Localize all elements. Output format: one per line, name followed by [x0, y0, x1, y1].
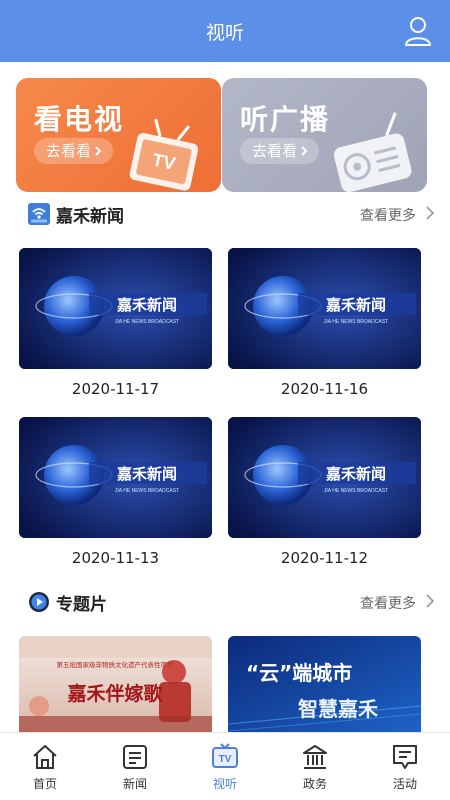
- news-banner-subtitle: JIA HE NEWS BROADCAST: [324, 319, 388, 325]
- page-title: 视听: [205, 22, 244, 44]
- feature-thumbnail: 第五批国家级非物质文化遗产代表性项目 嘉禾伴嫁歌: [19, 636, 212, 736]
- tab-news-label: 新闻: [122, 777, 147, 791]
- tab-government[interactable]: 政务: [270, 733, 360, 800]
- activity-icon: [393, 745, 417, 769]
- tab-home-label: 首页: [32, 777, 57, 791]
- news-card-date: 2020-11-16: [280, 380, 369, 398]
- news-video-card[interactable]: 嘉禾新闻 JIA HE NEWS BROADCAST: [228, 417, 421, 538]
- watch-tv-go-button[interactable]: 去看看: [34, 138, 114, 164]
- feature-title-line2: 智慧嘉禾: [298, 697, 378, 721]
- watch-tv-go-label: 去看看: [46, 142, 92, 160]
- news-banner-text: 嘉禾新闻: [116, 296, 177, 314]
- feature-section-header: 专题片 查看更多: [0, 587, 450, 617]
- app-header: 视听: [0, 0, 450, 62]
- tv-icon: TV: [212, 743, 238, 768]
- chevron-right-icon: [95, 146, 102, 156]
- news-banner-subtitle: JIA HE NEWS BROADCAST: [324, 488, 388, 494]
- chevron-right-icon[interactable]: [424, 204, 436, 222]
- news-thumbnail: 嘉禾新闻 JIA HE NEWS BROADCAST: [19, 417, 212, 538]
- news-thumbnail: 嘉禾新闻 JIA HE NEWS BROADCAST: [19, 248, 212, 369]
- tab-home[interactable]: 首页: [0, 733, 90, 800]
- chevron-right-icon: [301, 146, 308, 156]
- tab-media[interactable]: TV 视听: [180, 733, 270, 800]
- tab-media-label: 视听: [212, 777, 237, 791]
- user-profile-icon[interactable]: [404, 16, 432, 46]
- tv-illustration-icon: TV: [129, 118, 199, 191]
- feature-thumbnail: “云”端城市 智慧嘉禾: [228, 636, 421, 736]
- feature-view-more-link[interactable]: 查看更多: [360, 593, 416, 613]
- news-card-date: 2020-11-17: [71, 380, 160, 398]
- news-banner-text: 嘉禾新闻: [325, 465, 386, 483]
- tab-news[interactable]: 新闻: [90, 733, 180, 800]
- news-section-header: 嘉禾新闻 查看更多: [0, 199, 450, 229]
- news-card-date: 2020-11-12: [280, 549, 369, 567]
- chevron-right-icon[interactable]: [424, 592, 436, 610]
- news-video-card[interactable]: 嘉禾新闻 JIA HE NEWS BROADCAST: [228, 248, 421, 369]
- news-thumbnail: 嘉禾新闻 JIA HE NEWS BROADCAST: [228, 248, 421, 369]
- news-view-more-link[interactable]: 查看更多: [360, 205, 416, 225]
- news-broadcast-icon: [28, 203, 50, 225]
- radio-illustration-icon: [333, 112, 412, 192]
- listen-radio-go-label: 去看看: [252, 142, 298, 160]
- tab-activity[interactable]: 活动: [360, 733, 450, 800]
- news-icon: [123, 745, 147, 769]
- news-video-card[interactable]: 嘉禾新闻 JIA HE NEWS BROADCAST: [19, 417, 212, 538]
- news-banner-subtitle: JIA HE NEWS BROADCAST: [115, 488, 179, 494]
- svg-text:TV: TV: [219, 754, 232, 765]
- feature-caption: 第五批国家级非物质文化遗产代表性项目: [57, 660, 174, 669]
- watch-tv-title: 看电视: [34, 103, 125, 136]
- news-banner-subtitle: JIA HE NEWS BROADCAST: [115, 319, 179, 325]
- government-icon: [303, 745, 327, 769]
- bottom-tab-bar: 首页 新闻 TV 视听 政务 活动: [0, 732, 450, 800]
- home-icon: [33, 745, 57, 769]
- watch-tv-card[interactable]: 看电视 去看看 TV: [16, 78, 221, 192]
- feature-video-card[interactable]: “云”端城市 智慧嘉禾: [228, 636, 421, 736]
- play-circle-icon: [29, 592, 49, 612]
- feature-title: 嘉禾伴嫁歌: [66, 682, 163, 705]
- news-card-date: 2020-11-13: [71, 549, 160, 567]
- news-banner-text: 嘉禾新闻: [325, 296, 386, 314]
- news-video-card[interactable]: 嘉禾新闻 JIA HE NEWS BROADCAST: [19, 248, 212, 369]
- feature-section-title: 专题片: [56, 595, 107, 615]
- news-thumbnail: 嘉禾新闻 JIA HE NEWS BROADCAST: [228, 417, 421, 538]
- listen-radio-card[interactable]: 听广播 去看看: [222, 78, 427, 192]
- tab-government-label: 政务: [302, 777, 327, 791]
- news-banner-text: 嘉禾新闻: [116, 465, 177, 483]
- listen-radio-go-button[interactable]: 去看看: [240, 138, 320, 164]
- news-section-title: 嘉禾新闻: [56, 207, 124, 227]
- feature-title-line1: “云”端城市: [246, 661, 352, 685]
- tab-activity-label: 活动: [392, 777, 417, 791]
- feature-video-card[interactable]: 第五批国家级非物质文化遗产代表性项目 嘉禾伴嫁歌: [19, 636, 212, 736]
- listen-radio-title: 听广播: [240, 103, 331, 136]
